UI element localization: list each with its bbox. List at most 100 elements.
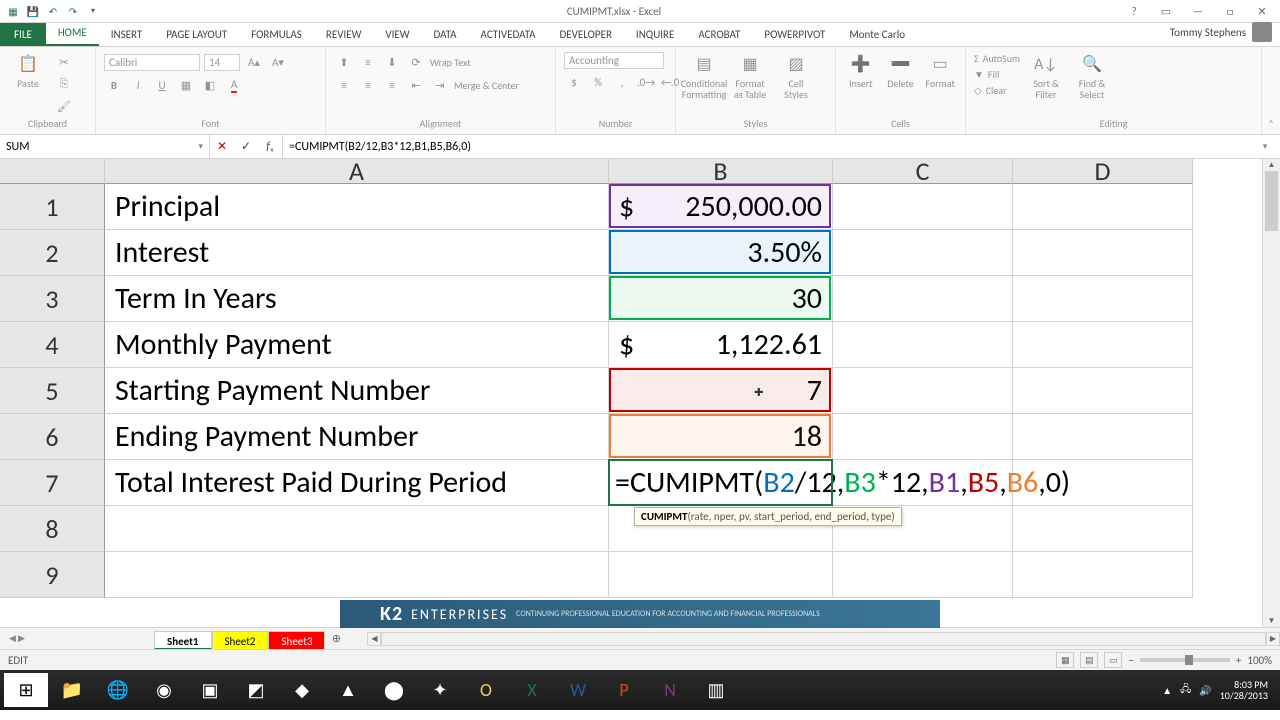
cell-d2[interactable] (1013, 230, 1193, 276)
font-name-select[interactable]: Calibri (104, 54, 200, 71)
grid[interactable]: A B C D 1 Principal $250,000.00 2 Intere… (0, 159, 1262, 627)
cell-c1[interactable] (833, 184, 1013, 230)
fill-color-icon[interactable]: ◧ (200, 75, 220, 95)
tab-review[interactable]: REVIEW (314, 23, 374, 46)
cell-b3[interactable]: 30 (609, 276, 833, 322)
cut-icon[interactable]: ✂ (54, 52, 74, 72)
insert-function-icon[interactable]: fₓ (258, 140, 282, 154)
font-size-select[interactable]: 14 (204, 54, 240, 71)
autosum-button[interactable]: Σ AutoSum (974, 52, 1020, 65)
cell-b4[interactable]: $1,122.61 (609, 322, 833, 368)
cell-c2[interactable] (833, 230, 1013, 276)
undo-icon[interactable]: ↶ (46, 4, 60, 18)
taskbar-ie-icon[interactable]: 🌐 (96, 673, 140, 707)
taskbar-onenote-icon[interactable]: N (648, 673, 692, 707)
tab-view[interactable]: VIEW (373, 23, 421, 46)
tab-pagelayout[interactable]: PAGE LAYOUT (154, 23, 239, 46)
qat-more-icon[interactable]: ▾ (86, 4, 100, 18)
namebox-dropdown-icon[interactable]: ▾ (198, 141, 203, 152)
cell-styles-button[interactable]: ▨Cell Styles (776, 52, 816, 100)
taskbar-powerpoint-icon[interactable]: P (602, 673, 646, 707)
cell-a8[interactable] (105, 506, 609, 552)
cell-c6[interactable] (833, 414, 1013, 460)
taskbar-app4-icon[interactable]: ▲ (326, 673, 370, 707)
align-bottom-icon[interactable]: ⬇ (382, 52, 402, 72)
taskbar-app6-icon[interactable]: ✦ (418, 673, 462, 707)
font-color-icon[interactable]: A (224, 75, 244, 95)
tray-up-icon[interactable]: ▲ (1162, 684, 1172, 697)
increase-font-icon[interactable]: A▴ (244, 52, 264, 72)
align-right-icon[interactable]: ≡ (382, 75, 402, 95)
zoom-out-icon[interactable]: − (1128, 654, 1133, 667)
cell-a6[interactable]: Ending Payment Number (105, 414, 609, 460)
sort-filter-button[interactable]: A↓Sort & Filter (1026, 52, 1066, 100)
taskbar-chrome-icon[interactable]: ◉ (142, 673, 186, 707)
tab-insert[interactable]: INSERT (99, 23, 155, 46)
new-sheet-button[interactable]: ⊕ (325, 628, 347, 649)
format-as-table-button[interactable]: ▦Format as Table (730, 52, 770, 100)
col-header-c[interactable]: C (833, 159, 1013, 184)
tab-inquire[interactable]: INQUIRE (624, 23, 686, 46)
taskbar-excel-icon[interactable]: X (510, 673, 554, 707)
system-tray[interactable]: ▲ 🖧 🔊 8:03 PM 10/28/2013 (1162, 679, 1276, 701)
vertical-scrollbar[interactable]: ▲ ▼ (1262, 159, 1280, 627)
select-all-corner[interactable] (0, 159, 105, 184)
format-cells-button[interactable]: ▭Format (923, 52, 957, 89)
account-user[interactable]: Tommy Stephens (1162, 18, 1280, 46)
increase-decimal-icon[interactable]: .0→ (636, 72, 656, 92)
align-left-icon[interactable]: ≡ (334, 75, 354, 95)
cell-a9[interactable] (105, 552, 609, 598)
taskbar-app5-icon[interactable]: ⬤ (372, 673, 416, 707)
row-header-6[interactable]: 6 (0, 414, 105, 460)
scroll-right-icon[interactable]: ▶ (1266, 632, 1280, 646)
cell-c3[interactable] (833, 276, 1013, 322)
tray-volume-icon[interactable]: 🔊 (1199, 684, 1211, 697)
cell-b6[interactable]: 18 (609, 414, 833, 460)
cell-c5[interactable] (833, 368, 1013, 414)
delete-cells-button[interactable]: ➖Delete (884, 52, 918, 89)
cell-a4[interactable]: Monthly Payment (105, 322, 609, 368)
increase-indent-icon[interactable]: ⇥ (430, 75, 450, 95)
align-center-icon[interactable]: ≡ (358, 75, 378, 95)
tab-data[interactable]: DATA (422, 23, 469, 46)
row-header-2[interactable]: 2 (0, 230, 105, 276)
page-break-view-icon[interactable]: ▭ (1104, 652, 1122, 668)
clear-button[interactable]: ◇ Clear (974, 84, 1020, 97)
row-header-9[interactable]: 9 (0, 552, 105, 598)
format-painter-icon[interactable]: 🖌 (54, 96, 74, 116)
zoom-level[interactable]: 100% (1247, 654, 1272, 667)
sheet-tab-sheet3[interactable]: Sheet3 (268, 631, 325, 650)
border-icon[interactable]: ▦ (176, 75, 196, 95)
name-box[interactable]: ▾ (0, 135, 210, 158)
tab-activedata[interactable]: ACTIVEDATA (469, 23, 548, 46)
cancel-formula-icon[interactable]: ✕ (210, 139, 234, 154)
zoom-in-icon[interactable]: + (1236, 654, 1241, 667)
cell-d5[interactable] (1013, 368, 1193, 414)
scroll-thumb[interactable] (1265, 171, 1278, 231)
decrease-font-icon[interactable]: A▾ (268, 52, 288, 72)
cell-b2[interactable]: 3.50% (609, 230, 833, 276)
file-tab[interactable]: FILE (0, 23, 46, 46)
cell-a2[interactable]: Interest (105, 230, 609, 276)
enter-formula-icon[interactable]: ✓ (234, 139, 258, 154)
sheet-nav[interactable]: ◀ ▶ (0, 628, 34, 649)
cell-b9[interactable] (609, 552, 833, 598)
name-box-input[interactable] (6, 140, 198, 154)
zoom-slider[interactable] (1140, 658, 1230, 662)
sheet-tab-sheet2[interactable]: Sheet2 (212, 631, 269, 650)
scroll-down-icon[interactable]: ▼ (1263, 615, 1280, 627)
save-icon[interactable]: 💾 (26, 4, 40, 18)
cell-c4[interactable] (833, 322, 1013, 368)
align-top-icon[interactable]: ⬆ (334, 52, 354, 72)
row-header-8[interactable]: 8 (0, 506, 105, 552)
taskbar-explorer-icon[interactable]: 📁 (50, 673, 94, 707)
row-header-4[interactable]: 4 (0, 322, 105, 368)
taskbar-app3-icon[interactable]: ◆ (280, 673, 324, 707)
redo-icon[interactable]: ↷ (66, 4, 80, 18)
merge-center-button[interactable]: Merge & Center (454, 79, 519, 92)
collapse-ribbon-icon[interactable]: ˄ (1262, 47, 1280, 134)
orientation-icon[interactable]: ⟳ (406, 52, 426, 72)
number-format-select[interactable]: Accounting (564, 52, 664, 69)
cell-d3[interactable] (1013, 276, 1193, 322)
find-select-button[interactable]: 🔍Find & Select (1072, 52, 1112, 100)
